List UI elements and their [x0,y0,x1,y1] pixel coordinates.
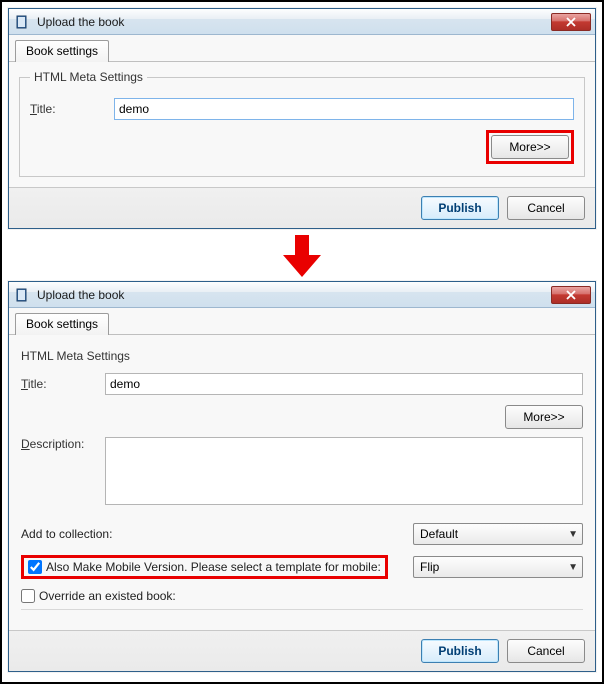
title-label: Title: [21,377,105,391]
more-row: More>> [30,130,574,164]
collection-select-value: Default [420,527,458,541]
mobile-checkbox[interactable] [28,560,42,574]
dialog-footer: Publish Cancel [9,187,595,228]
more-button[interactable]: More>> [505,405,583,429]
description-input[interactable] [105,437,583,505]
collection-row: Add to collection: Default ▼ [21,523,583,545]
collection-label: Add to collection: [21,527,112,541]
dialog-upload-book-compact: Upload the book Book settings HTML Meta … [8,8,596,229]
title-row: Title: [21,373,583,395]
titlebar: Upload the book [9,9,595,35]
close-button[interactable] [551,13,591,31]
chevron-down-icon: ▼ [568,529,578,540]
mobile-row: Also Make Mobile Version. Please select … [21,555,583,579]
description-label: Description: [21,437,105,451]
more-button[interactable]: More>> [491,135,569,159]
override-checkbox-label[interactable]: Override an existed book: [21,589,176,603]
publish-button[interactable]: Publish [421,639,499,663]
mobile-template-value: Flip [420,560,439,574]
mobile-checkbox-label[interactable]: Also Make Mobile Version. Please select … [28,560,381,574]
cancel-button[interactable]: Cancel [507,639,585,663]
title-label: Title: [30,102,114,116]
down-arrow-icon [277,233,327,279]
override-label-text: Override an existed book: [39,589,176,603]
highlight-mobile-option: Also Make Mobile Version. Please select … [21,555,388,579]
close-button[interactable] [551,286,591,304]
group-legend: HTML Meta Settings [30,70,147,84]
window-title: Upload the book [37,15,551,29]
mobile-template-select[interactable]: Flip ▼ [413,556,583,578]
dialog-body: HTML Meta Settings Title: More>> [9,62,595,187]
titlebar: Upload the book [9,282,595,308]
mobile-label-text: Also Make Mobile Version. Please select … [46,560,381,574]
highlight-more: More>> [486,130,574,164]
publish-button[interactable]: Publish [421,196,499,220]
group-legend: HTML Meta Settings [21,349,583,363]
title-input[interactable] [105,373,583,395]
flow-arrow [8,233,596,279]
tab-bar: Book settings [9,35,595,62]
tab-bar: Book settings [9,308,595,335]
override-row: Override an existed book: [21,589,583,603]
tab-book-settings[interactable]: Book settings [15,40,109,62]
html-meta-settings-group: HTML Meta Settings Title: More>> Descrip… [19,343,585,620]
book-icon [15,14,31,30]
dialog-footer: Publish Cancel [9,630,595,671]
description-row: Description: [21,437,583,505]
cancel-button[interactable]: Cancel [507,196,585,220]
window-title: Upload the book [37,288,551,302]
override-checkbox[interactable] [21,589,35,603]
title-input[interactable] [114,98,574,120]
chevron-down-icon: ▼ [568,562,578,573]
separator [21,609,583,610]
dialog-body: HTML Meta Settings Title: More>> Descrip… [9,335,595,630]
collection-select[interactable]: Default ▼ [413,523,583,545]
html-meta-settings-group: HTML Meta Settings Title: More>> [19,70,585,177]
tab-book-settings[interactable]: Book settings [15,313,109,335]
title-row: Title: [30,98,574,120]
more-row: More>> [21,405,583,429]
dialog-upload-book-expanded: Upload the book Book settings HTML Meta … [8,281,596,672]
book-icon [15,287,31,303]
